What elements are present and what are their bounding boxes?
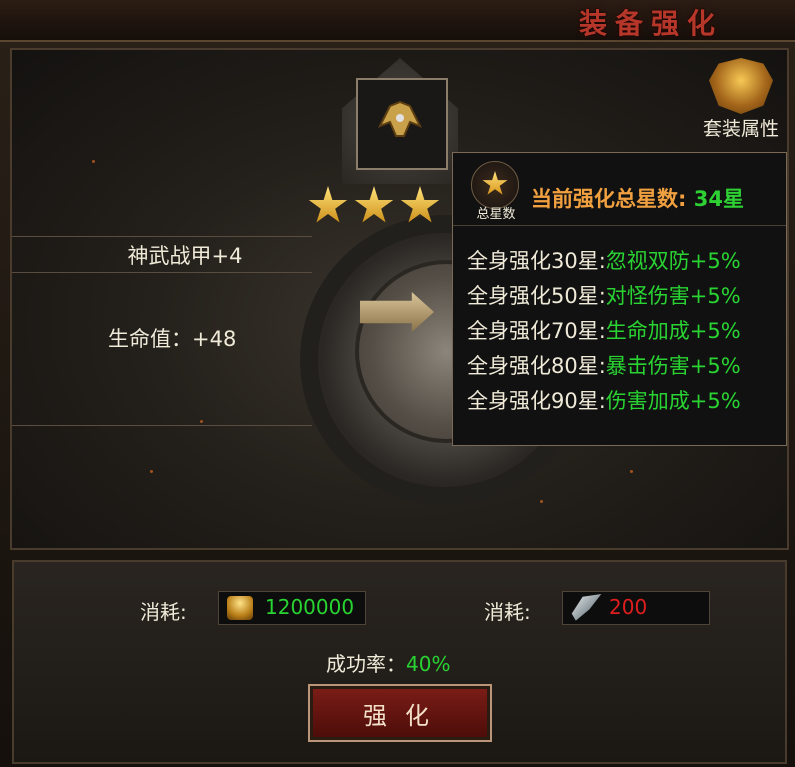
- ember-particle: [200, 420, 203, 423]
- tier-bonus: 伤害加成+5%: [605, 389, 741, 413]
- set-bonus-icon: [709, 58, 773, 114]
- enhance-button[interactable]: 强化: [308, 684, 492, 742]
- enhance-stone-icon: [571, 594, 602, 621]
- gold-cost-box: 1200000: [218, 591, 366, 625]
- star-icon: [400, 186, 440, 223]
- tooltip-header: 总星数 当前强化总星数: 34星: [453, 153, 786, 226]
- divider: [12, 272, 312, 273]
- tier-label: 全身强化50星:: [467, 284, 606, 308]
- enhance-window: 装备强化 神武战甲+4 生命值：+48 套装属性 总星数 当前强化总星数: 34…: [0, 0, 795, 767]
- divider: [12, 236, 312, 237]
- tier-bonus: 生命加成+5%: [605, 319, 741, 343]
- stone-cost-value: 200: [609, 595, 648, 619]
- star-icon: [308, 186, 348, 223]
- tier-row: 全身强化80星:暴击伤害+5%: [467, 350, 741, 380]
- title-bar: 装备强化: [0, 0, 795, 42]
- tier-row: 全身强化90星:伤害加成+5%: [467, 385, 741, 415]
- success-rate: 成功率：40%: [326, 648, 450, 677]
- tier-bonus: 忽视双防+5%: [605, 249, 741, 273]
- tier-row: 全身强化70星:生命加成+5%: [467, 315, 741, 345]
- stone-cost-label: 消耗:: [484, 600, 531, 624]
- tier-bonus: 对怪伤害+5%: [605, 284, 741, 308]
- success-rate-label: 成功率：: [326, 652, 406, 676]
- set-bonus-button[interactable]: 套装属性: [695, 58, 787, 142]
- tier-label: 全身强化30星:: [467, 249, 606, 273]
- tier-row: 全身强化50星:对怪伤害+5%: [467, 280, 741, 310]
- window-title: 装备强化: [578, 7, 723, 40]
- success-rate-value: 40%: [406, 652, 451, 676]
- total-stars-emblem: [471, 161, 519, 209]
- total-stars-title: 当前强化总星数: 34星: [531, 183, 744, 213]
- equipment-name: 神武战甲+4: [127, 244, 243, 268]
- tier-label: 全身强化90星:: [467, 389, 606, 413]
- divider: [12, 425, 312, 426]
- total-stars-label: 总星数: [476, 207, 516, 222]
- stone-cost-box: 200: [562, 591, 710, 625]
- total-stars-tooltip: 总星数 当前强化总星数: 34星 全身强化30星:忽视双防+5% 全身强化50星…: [452, 152, 787, 446]
- tier-row: 全身强化30星:忽视双防+5%: [467, 245, 741, 275]
- gold-coins-icon: [227, 596, 253, 620]
- star-icon: [354, 186, 394, 223]
- ember-particle: [630, 470, 633, 473]
- tier-bonus: 暴击伤害+5%: [605, 354, 741, 378]
- star-rating: [308, 186, 440, 226]
- gold-cost-value: 1200000: [265, 595, 355, 619]
- star-icon: [482, 171, 508, 195]
- set-bonus-label: 套装属性: [702, 118, 779, 140]
- armor-icon: [377, 100, 423, 137]
- ember-particle: [92, 160, 95, 163]
- ember-particle: [150, 470, 153, 473]
- total-stars-value: 34星: [693, 187, 744, 211]
- equipment-stat: 生命值：+48: [108, 327, 237, 351]
- ember-particle: [540, 500, 543, 503]
- tier-label: 全身强化70星:: [467, 319, 606, 343]
- tier-label: 全身强化80星:: [467, 354, 606, 378]
- gold-cost-label: 消耗:: [140, 600, 187, 624]
- total-stars-prefix: 当前强化总星数:: [531, 187, 694, 211]
